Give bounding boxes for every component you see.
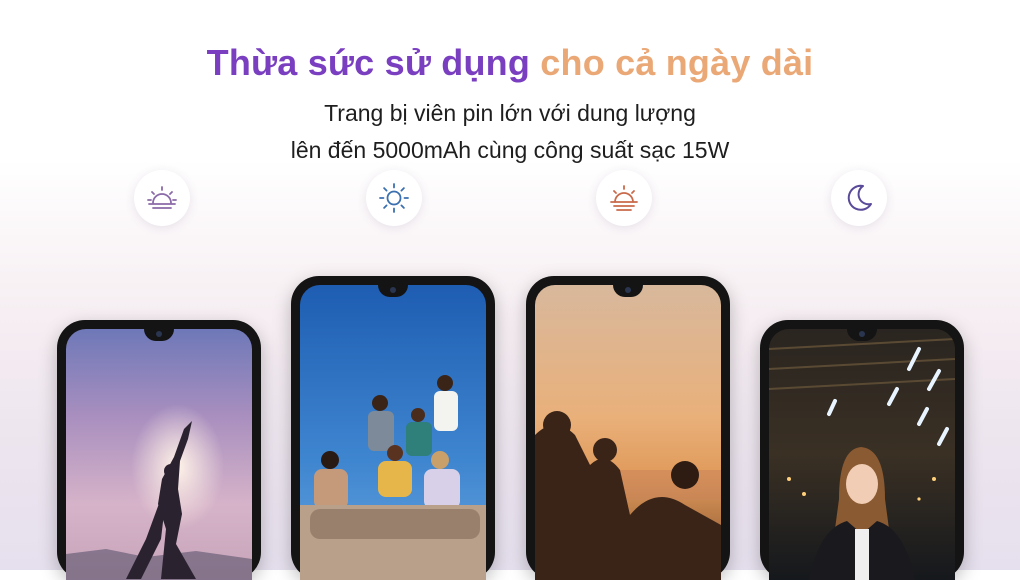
phone-sunset-screen <box>535 285 721 580</box>
phone-day <box>291 276 495 580</box>
friends-at-sunset-image <box>535 285 721 580</box>
sun-badge <box>366 170 422 226</box>
moon-badge <box>831 170 887 226</box>
headline-part-2: cho cả ngày dài <box>540 42 814 83</box>
subtitle-line-2: lên đến 5000mAh cùng công suất sạc 15W <box>290 137 730 163</box>
sunset-icon <box>610 185 638 211</box>
phone-day-screen <box>300 285 486 580</box>
woman-at-night-image <box>769 329 955 580</box>
headline-part-1: Thừa sức sử dụng <box>206 42 531 83</box>
phone-dawn-screen <box>66 329 252 580</box>
subtitle-line-1: Trang bị viên pin lớn với dung lượng <box>324 100 696 126</box>
phone-dawn <box>57 320 261 580</box>
sunrise-icon <box>147 186 177 209</box>
yoga-at-dawn-image <box>66 329 252 580</box>
phone-sunset <box>526 276 730 580</box>
headline: Thừa sức sử dụng cho cả ngày dài <box>0 42 1020 84</box>
phone-night-screen <box>769 329 955 580</box>
sun-icon <box>379 183 409 213</box>
phone-night <box>760 320 964 580</box>
friends-under-blue-sky-image <box>300 285 486 580</box>
sunrise-badge <box>134 170 190 226</box>
sunset-badge <box>596 170 652 226</box>
moon-icon <box>847 184 872 211</box>
